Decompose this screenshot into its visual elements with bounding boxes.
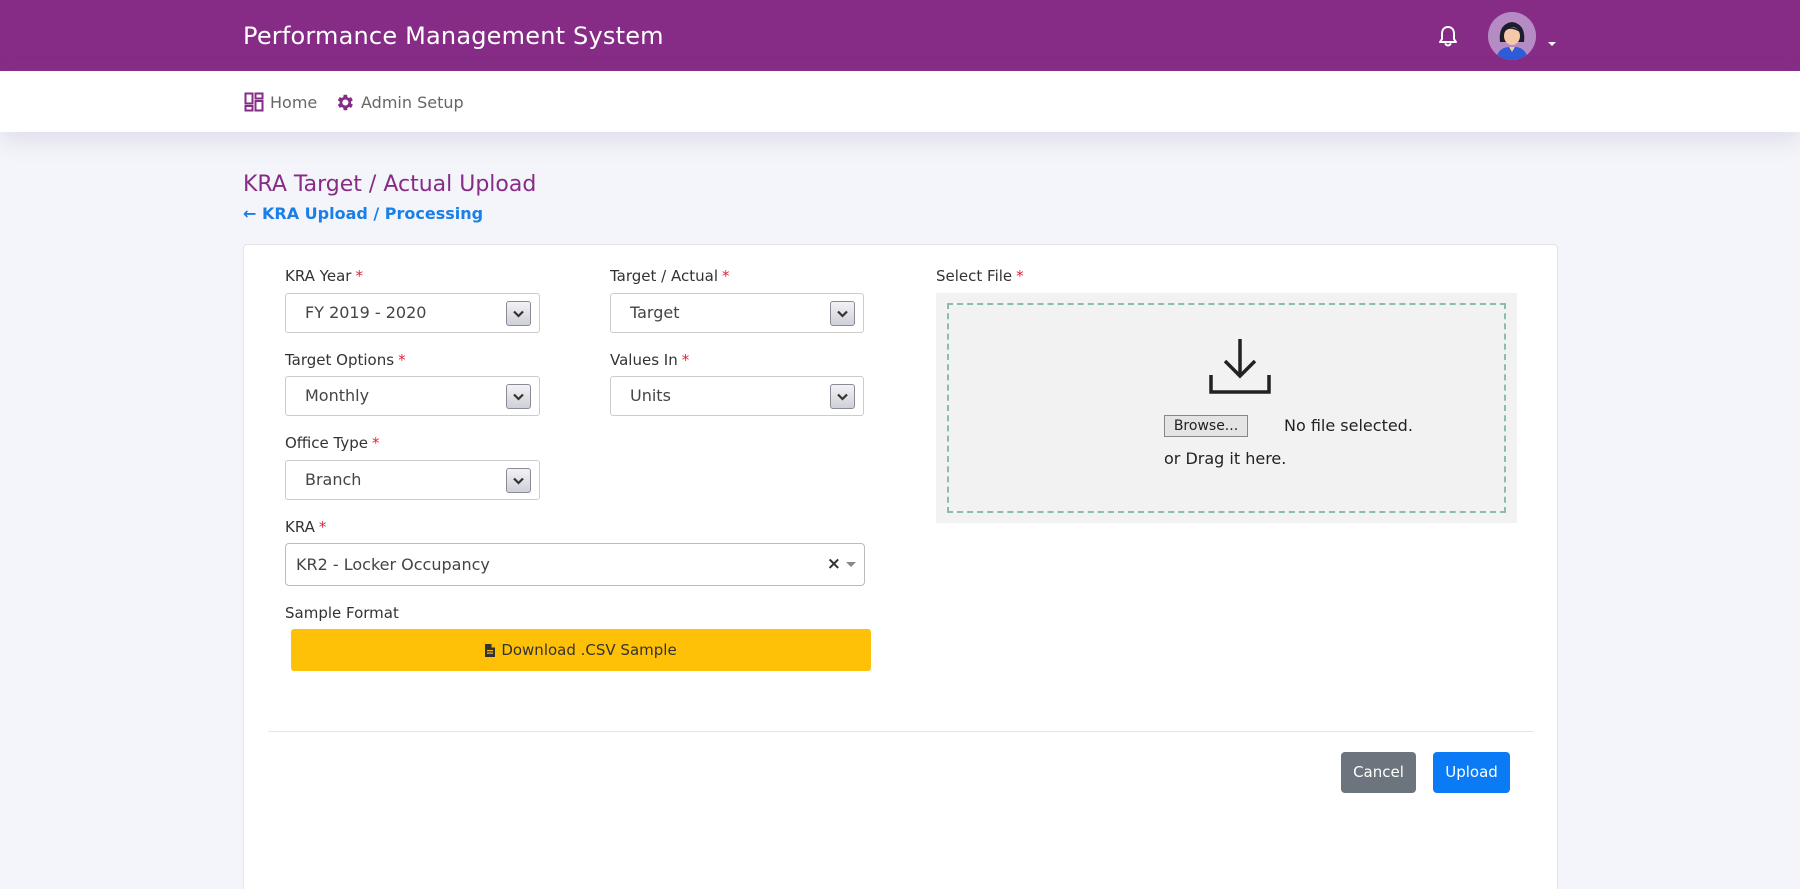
- chevron-down-icon[interactable]: [506, 384, 531, 409]
- label-text: Target Options: [285, 351, 395, 369]
- kra-select[interactable]: KR2 - Locker Occupancy ×: [285, 543, 865, 586]
- sample-format-label: Sample Format: [285, 604, 399, 622]
- label-text: KRA Year: [285, 267, 352, 285]
- required-mark: *: [372, 434, 380, 452]
- chevron-down-icon[interactable]: [830, 384, 855, 409]
- label-text: Values In: [610, 351, 678, 369]
- clear-icon[interactable]: ×: [827, 544, 841, 585]
- values-in-select[interactable]: Units: [610, 376, 864, 416]
- nav-item-label: Admin Setup: [361, 93, 464, 112]
- download-csv-sample-button[interactable]: Download .CSV Sample: [291, 629, 871, 671]
- app-title: Performance Management System: [243, 22, 664, 50]
- nav-item-admin-setup[interactable]: Admin Setup: [334, 92, 464, 113]
- label-text: Office Type: [285, 434, 369, 452]
- avatar-icon[interactable]: [1488, 12, 1536, 60]
- card-divider: [268, 731, 1534, 732]
- main-nav: Home Admin Setup: [0, 71, 1800, 132]
- chevron-down-icon[interactable]: [830, 301, 855, 326]
- top-bar: Performance Management System: [0, 0, 1800, 71]
- select-value: FY 2019 - 2020: [305, 303, 427, 322]
- kra-year-select[interactable]: FY 2019 - 2020: [285, 293, 540, 333]
- select-file-label: Select File *: [936, 267, 1024, 285]
- select-value: Monthly: [305, 386, 370, 405]
- download-icon: [1209, 339, 1271, 394]
- required-mark: *: [722, 267, 730, 285]
- file-drop-area: Browse... No file selected. or Drag it h…: [936, 293, 1517, 523]
- dashboard-icon: [244, 92, 264, 112]
- file-dropzone[interactable]: Browse... No file selected. or Drag it h…: [947, 303, 1506, 513]
- nav-item-label: Home: [270, 92, 318, 112]
- upload-button[interactable]: Upload: [1433, 752, 1510, 793]
- label-text: Select File: [936, 267, 1013, 285]
- select-value: Branch: [305, 470, 362, 489]
- button-label: Download .CSV Sample: [501, 641, 677, 659]
- target-options-select[interactable]: Monthly: [285, 376, 540, 416]
- chevron-down-icon[interactable]: [1548, 42, 1556, 46]
- kra-year-label: KRA Year *: [285, 267, 363, 285]
- required-mark: *: [355, 267, 363, 285]
- required-mark: *: [318, 518, 327, 536]
- file-status-text: No file selected.: [1284, 416, 1413, 435]
- select-value: Units: [630, 386, 671, 405]
- chevron-down-icon[interactable]: [506, 468, 531, 493]
- values-in-label: Values In *: [610, 351, 689, 369]
- bell-icon[interactable]: [1437, 24, 1459, 48]
- office-type-label: Office Type *: [285, 434, 380, 452]
- chevron-down-icon[interactable]: [846, 562, 856, 567]
- page-title: KRA Target / Actual Upload: [243, 172, 537, 197]
- target-actual-select[interactable]: Target: [610, 293, 864, 333]
- target-options-label: Target Options *: [285, 351, 406, 369]
- required-mark: *: [1016, 267, 1024, 285]
- kra-label: KRA *: [285, 518, 326, 536]
- gear-icon: [337, 94, 353, 111]
- nav-item-home[interactable]: Home: [244, 92, 317, 112]
- cancel-button[interactable]: Cancel: [1341, 752, 1416, 793]
- browse-button[interactable]: Browse...: [1164, 415, 1248, 437]
- select-value: KR2 - Locker Occupancy: [296, 555, 490, 574]
- file-csv-icon: [485, 643, 496, 657]
- office-type-select[interactable]: Branch: [285, 460, 540, 500]
- chevron-down-icon[interactable]: [506, 301, 531, 326]
- required-mark: *: [398, 351, 406, 369]
- drag-hint-text: or Drag it here.: [1164, 449, 1287, 468]
- label-text: KRA: [285, 518, 315, 536]
- label-text: Target / Actual: [610, 267, 718, 285]
- select-value: Target: [630, 303, 680, 322]
- target-actual-label: Target / Actual *: [610, 267, 730, 285]
- required-mark: *: [681, 351, 690, 369]
- breadcrumb-link[interactable]: ← KRA Upload / Processing: [243, 204, 483, 223]
